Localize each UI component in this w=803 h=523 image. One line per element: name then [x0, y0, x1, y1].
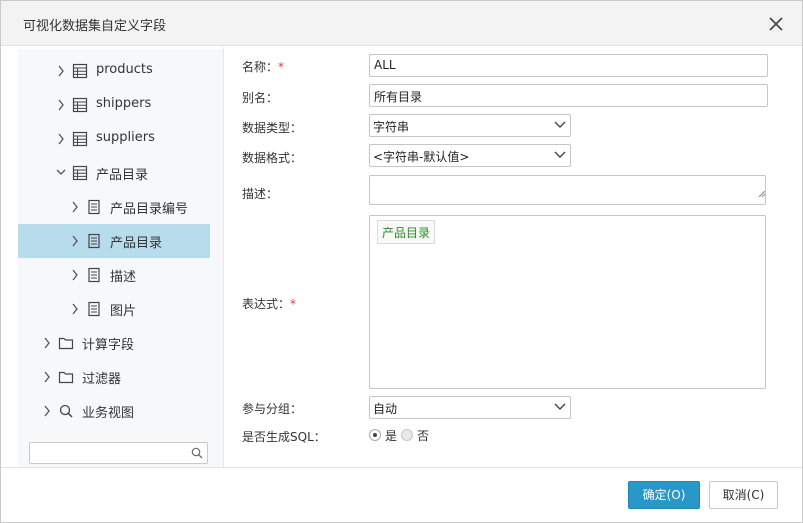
sql-no-label[interactable]: 否: [417, 427, 429, 444]
chevron-right-icon[interactable]: [56, 98, 66, 112]
tree-item-label: 描述: [110, 270, 137, 285]
tree-item-label: 图片: [110, 304, 137, 319]
panel-divider: [223, 47, 224, 467]
chevron-right-icon[interactable]: [70, 200, 80, 214]
alias-input[interactable]: 所有目录: [369, 84, 768, 107]
custom-field-dialog: 可视化数据集自定义字段 products shippers suppliers 产品目…: [0, 0, 803, 523]
tree-item-label: 产品目录: [110, 236, 163, 251]
tree-item-label: 过滤器: [82, 372, 122, 387]
table-icon: [72, 97, 88, 113]
resize-handle-icon[interactable]: [759, 191, 765, 197]
table-icon: [72, 165, 88, 181]
tree-item-label: 计算字段: [82, 338, 135, 353]
table-icon: [72, 131, 88, 147]
tree-item[interactable]: 产品目录编号: [18, 190, 210, 224]
alias-label: 别名：: [242, 91, 279, 105]
chevron-right-icon[interactable]: [56, 132, 66, 146]
chevron-down-icon: [554, 403, 566, 410]
search-icon: [59, 404, 73, 418]
field-icon: [88, 233, 100, 249]
required-marker: *: [290, 297, 297, 311]
chevron-right-icon[interactable]: [42, 336, 52, 350]
chevron-right-icon[interactable]: [70, 268, 80, 282]
tree-item-label: shippers: [96, 96, 152, 111]
tree-item[interactable]: 描述: [18, 258, 210, 292]
tree-item-label: 产品目录编号: [110, 202, 189, 217]
tree-item[interactable]: products: [18, 54, 210, 88]
datatype-label: 数据类型：: [242, 121, 303, 135]
expr-editor[interactable]: 产品目录: [369, 215, 766, 389]
group-label: 参与分组：: [242, 402, 303, 416]
chevron-down-icon: [554, 121, 566, 128]
tree-search-input[interactable]: [29, 442, 208, 464]
close-icon[interactable]: [767, 15, 785, 33]
tree-item-label: 产品目录: [96, 168, 149, 183]
sql-label: 是否生成SQL：: [242, 430, 326, 444]
field-icon: [88, 267, 100, 283]
tree-item[interactable]: 产品目录: [18, 224, 210, 258]
datatype-value: 字符串: [373, 120, 410, 134]
chevron-down-icon: [554, 151, 566, 158]
sql-no-radio[interactable]: [401, 429, 413, 441]
folder-icon: [58, 337, 74, 350]
sql-yes-radio[interactable]: [369, 429, 381, 441]
tree-item[interactable]: shippers: [18, 88, 210, 122]
desc-textarea[interactable]: [369, 175, 766, 205]
expr-label: 表达式：*: [242, 297, 297, 311]
tree-item[interactable]: suppliers: [18, 122, 210, 156]
field-icon: [88, 301, 100, 317]
tree-item-label: products: [96, 62, 153, 77]
sql-yes-label[interactable]: 是: [385, 427, 397, 444]
tree-item[interactable]: 产品目录: [18, 156, 210, 190]
tree-item-label: suppliers: [96, 130, 155, 145]
dialog-footer: 确定(O) 取消(C): [1, 467, 802, 522]
folder-icon: [58, 371, 74, 384]
group-value: 自动: [373, 402, 398, 416]
tree-item[interactable]: 计算字段: [18, 326, 210, 360]
chevron-right-icon[interactable]: [70, 302, 80, 316]
chevron-right-icon[interactable]: [42, 370, 52, 384]
tree-item[interactable]: 过滤器: [18, 360, 210, 394]
dataformat-label: 数据格式：: [242, 151, 303, 165]
title-bar: 可视化数据集自定义字段: [1, 1, 802, 46]
dialog-title: 可视化数据集自定义字段: [23, 19, 167, 34]
search-icon[interactable]: [191, 447, 203, 459]
name-input[interactable]: ALL: [369, 54, 768, 77]
name-label: 名称：*: [242, 60, 285, 74]
chevron-down-icon[interactable]: [56, 166, 66, 180]
field-icon: [88, 199, 100, 215]
chevron-right-icon[interactable]: [70, 234, 80, 248]
group-select[interactable]: 自动: [369, 396, 571, 419]
datatype-select[interactable]: 字符串: [369, 114, 571, 137]
table-icon: [72, 63, 88, 79]
chevron-right-icon[interactable]: [42, 404, 52, 418]
dataformat-select[interactable]: <字符串-默认值>: [369, 144, 571, 167]
dataformat-value: <字符串-默认值>: [373, 150, 470, 164]
tree-item[interactable]: 业务视图: [18, 394, 210, 428]
expr-field-tag[interactable]: 产品目录: [377, 220, 436, 244]
ok-button[interactable]: 确定(O): [628, 481, 700, 509]
field-tree-panel: products shippers suppliers 产品目录 产品目录编号 产品目录描…: [18, 49, 224, 467]
chevron-right-icon[interactable]: [56, 64, 66, 78]
required-marker: *: [278, 60, 285, 74]
tree-item-label: 业务视图: [82, 406, 135, 421]
tree-item[interactable]: 图片: [18, 292, 210, 326]
cancel-button[interactable]: 取消(C): [709, 481, 778, 509]
desc-label: 描述：: [242, 187, 279, 201]
